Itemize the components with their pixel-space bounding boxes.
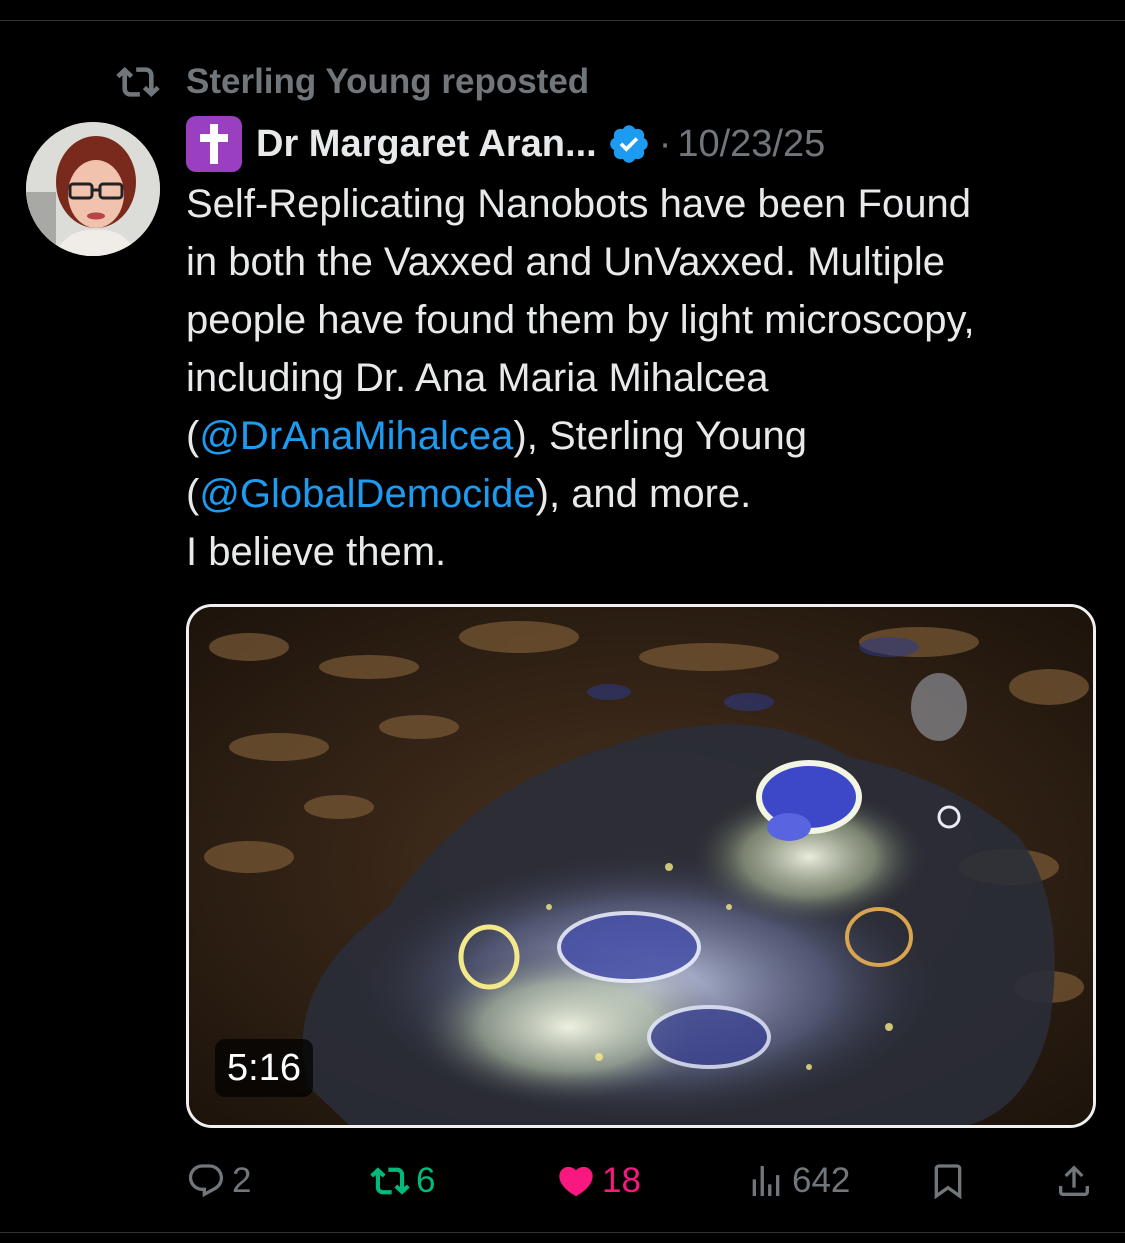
views-count: 642 (792, 1161, 851, 1200)
share-icon (1054, 1161, 1094, 1201)
heart-icon (556, 1161, 596, 1201)
repost-icon (370, 1161, 410, 1201)
paren-open: ( (186, 414, 200, 458)
reply-button[interactable]: 2 (186, 1156, 251, 1206)
like-button[interactable]: 18 (556, 1156, 641, 1206)
repost-label: Sterling Young reposted (186, 62, 590, 101)
header-separator: · (658, 122, 672, 165)
post-text-line: people have found them by light microsco… (186, 298, 975, 342)
verified-badge-icon[interactable] (607, 122, 651, 166)
reply-icon (186, 1161, 226, 1201)
post-text-line: I believe them. (186, 530, 447, 574)
post-text: Self-Replicating Nanobots have been Foun… (186, 175, 1106, 581)
post-text-line: (@DrAnaMihalcea), Sterling Young (186, 407, 1106, 465)
avatar[interactable] (26, 122, 160, 256)
video-duration-badge: 5:16 (215, 1039, 313, 1097)
repost-button[interactable]: 6 (370, 1156, 435, 1206)
views-chart-icon (746, 1161, 786, 1201)
microscopy-thumbnail (189, 607, 1093, 1125)
reply-count: 2 (232, 1161, 252, 1200)
like-count: 18 (602, 1161, 641, 1200)
post-text-line: including Dr. Ana Maria Mihalcea (186, 356, 769, 400)
repost-icon (116, 60, 160, 104)
bottom-divider (0, 1232, 1125, 1233)
mention-link[interactable]: @GlobalDemocide (199, 472, 535, 516)
post-text-line: in both the Vaxxed and UnVaxxed. Multipl… (186, 240, 945, 284)
post-timestamp[interactable]: 10/23/25 (677, 123, 825, 166)
repost-count: 6 (416, 1161, 436, 1200)
post-text-fragment: ), Sterling Young (513, 414, 807, 458)
share-button[interactable] (1054, 1156, 1100, 1206)
views-button[interactable]: 642 (746, 1156, 850, 1206)
latin-cross-emoji-icon (186, 116, 242, 172)
video-player[interactable]: 5:16 (186, 604, 1096, 1128)
repost-context[interactable]: Sterling Young reposted (116, 58, 589, 106)
bookmark-button[interactable] (928, 1156, 974, 1206)
post-text-fragment: ), and more. (535, 472, 752, 516)
top-divider (0, 20, 1125, 21)
post-text-line: (@GlobalDemocide), and more. (186, 465, 1106, 523)
mention-link[interactable]: @DrAnaMihalcea (199, 414, 513, 458)
post-header: Dr Margaret Aran... · 10/23/25 (186, 116, 825, 172)
post-text-line: Self-Replicating Nanobots have been Foun… (186, 182, 971, 226)
author-name[interactable]: Dr Margaret Aran... (256, 123, 597, 166)
paren-open: ( (186, 472, 200, 516)
bookmark-icon (928, 1161, 968, 1201)
